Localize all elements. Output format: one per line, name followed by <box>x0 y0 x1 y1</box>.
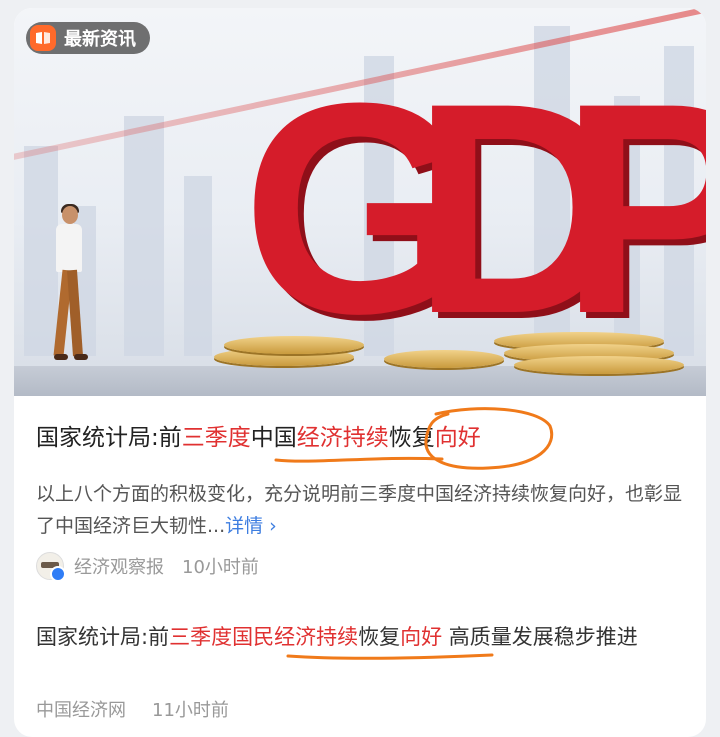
publish-time: 10小时前 <box>182 557 259 578</box>
title-highlight: 向好 <box>400 625 443 649</box>
latest-news-badge: 最新资讯 <box>26 22 150 54</box>
title-text: 国家统计局:前 <box>36 425 182 451</box>
title-text: 中国 <box>250 425 297 451</box>
article-title[interactable]: 国家统计局:前三季度国民经济持续恢复向好 高质量发展稳步推进 <box>36 620 696 654</box>
hero-image[interactable]: G D P 最新资讯 <box>14 8 706 396</box>
article-title[interactable]: 国家统计局:前三季度中国经济持续恢复向好 <box>36 420 686 456</box>
details-link[interactable]: 详情 › <box>225 515 277 537</box>
badge-label: 最新资讯 <box>64 29 136 50</box>
businessman-figure <box>44 204 94 366</box>
book-icon <box>30 25 56 51</box>
snippet-text: 以上八个方面的积极变化，充分说明前三季度中国经济持续恢复向好，也彰显了中国经济巨… <box>36 483 683 537</box>
publish-time: 11小时前 <box>152 700 229 721</box>
article-source: 中国经济网 11小时前 <box>36 694 229 724</box>
source-avatar[interactable] <box>36 552 66 582</box>
title-text: 国家统计局:前 <box>36 625 170 649</box>
title-text: 恢复 <box>358 625 401 649</box>
verified-icon <box>50 566 66 582</box>
building-shape <box>124 116 164 356</box>
title-highlight: 三季度国民经济持续 <box>169 625 359 649</box>
article-snippet[interactable]: 以上八个方面的积极变化，充分说明前三季度中国经济持续恢复向好，也彰显了中国经济巨… <box>36 478 686 542</box>
title-highlight: 三季度 <box>181 425 251 451</box>
source-name[interactable]: 经济观察报 <box>74 553 164 579</box>
article-source: 经济观察报 10小时前 <box>36 551 259 582</box>
source-name[interactable]: 中国经济网 <box>36 696 126 722</box>
coin-stacks <box>194 328 706 388</box>
title-highlight: 向好 <box>434 425 481 451</box>
title-text: 恢复 <box>388 425 435 451</box>
title-text: 高质量发展稳步推进 <box>442 625 638 649</box>
title-highlight: 经济持续 <box>296 425 389 451</box>
gdp-letter-p: P <box>560 40 706 376</box>
news-card[interactable]: G D P 最新资讯 国家统计局:前三季度中国经济持续恢复向好 以上八个方面的积… <box>14 8 706 737</box>
